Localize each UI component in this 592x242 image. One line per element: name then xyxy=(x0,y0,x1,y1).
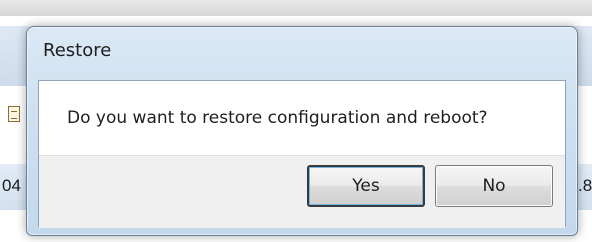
dialog-content: Do you want to restore configuration and… xyxy=(38,80,566,228)
no-button[interactable]: No xyxy=(435,165,553,207)
dialog-message: Do you want to restore configuration and… xyxy=(67,108,488,128)
yes-button[interactable]: Yes xyxy=(307,165,425,207)
dialog-title-bar[interactable]: Restore xyxy=(27,27,577,73)
background-cell-right: .8 xyxy=(578,176,592,195)
dialog-title: Restore xyxy=(43,40,112,61)
dialog-button-bar: Yes No xyxy=(39,155,565,228)
message-area: Do you want to restore configuration and… xyxy=(39,81,565,155)
restore-dialog: Restore Do you want to restore configura… xyxy=(26,26,578,236)
background-top-bar xyxy=(0,0,592,16)
background-cell-left: 04 xyxy=(2,176,21,195)
document-icon xyxy=(8,106,20,122)
